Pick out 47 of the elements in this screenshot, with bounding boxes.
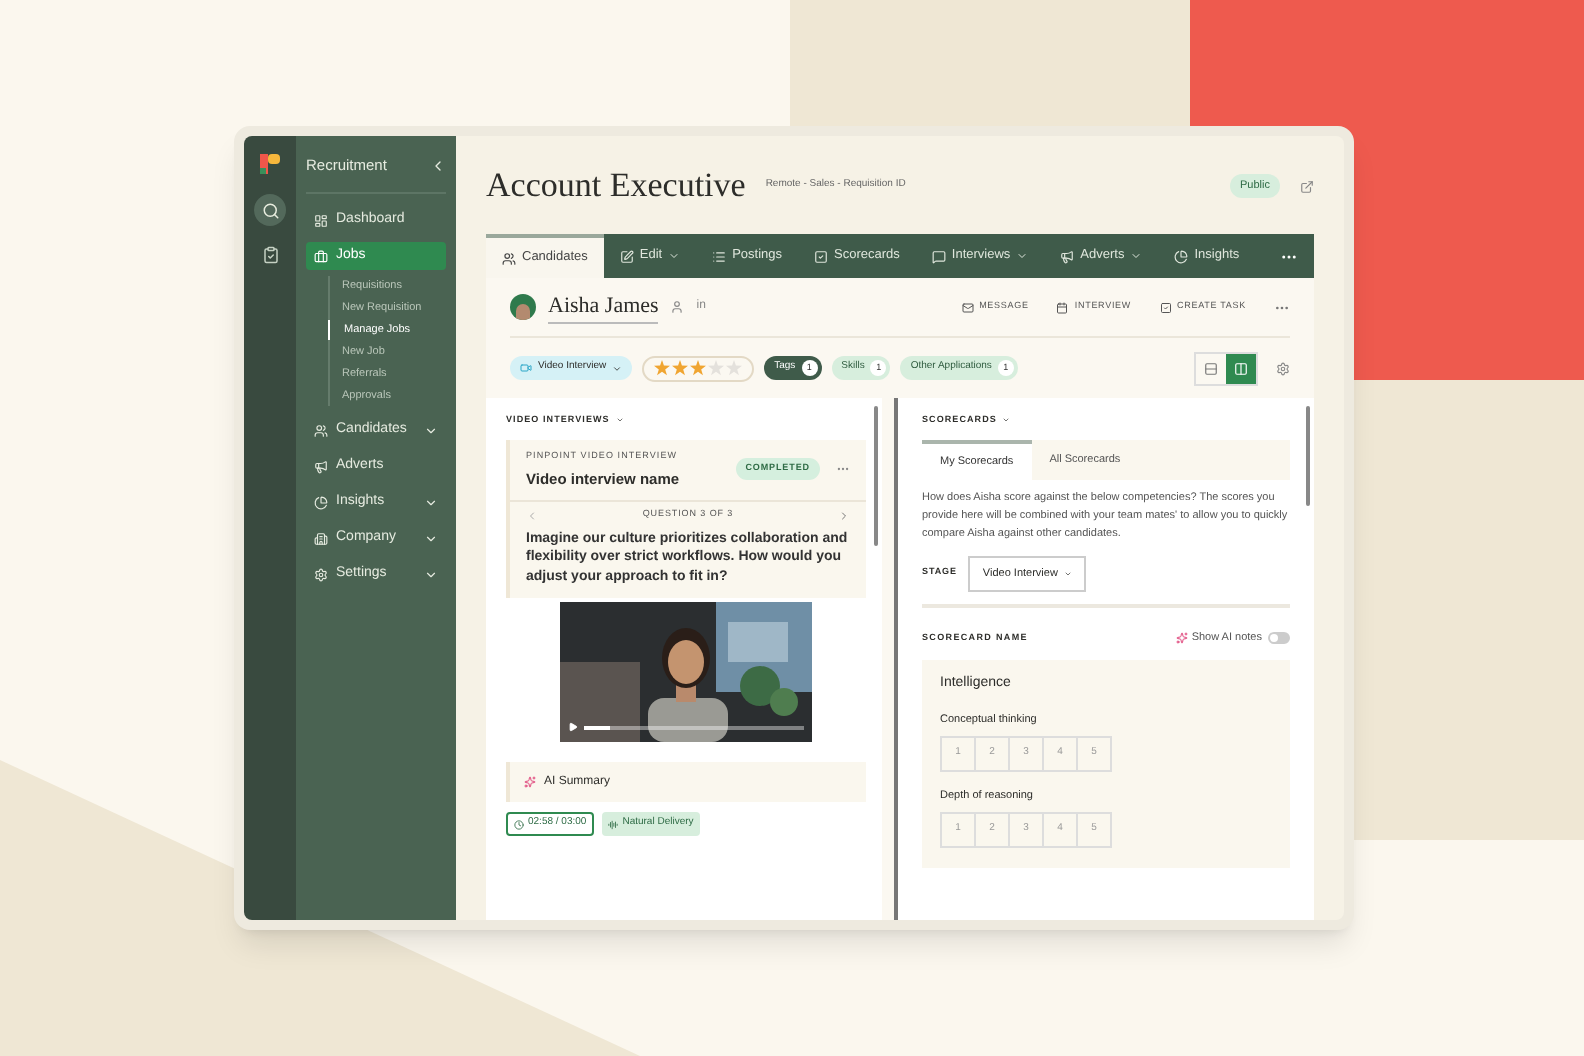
- next-icon[interactable]: [838, 509, 850, 522]
- caret-icon: [668, 250, 681, 262]
- caret-icon: [1016, 250, 1029, 262]
- sparkle-icon: [1175, 631, 1188, 644]
- checkbox-icon: [814, 249, 829, 263]
- caret-icon: [1130, 250, 1143, 262]
- dashboard-icon: [314, 213, 328, 228]
- chevron-icon: [424, 531, 438, 546]
- chevron-icon: [424, 567, 438, 582]
- list-icon: [712, 249, 727, 263]
- chat-icon: [931, 249, 946, 263]
- checkbox-icon: [1159, 301, 1172, 313]
- person-icon[interactable]: [670, 300, 685, 314]
- chevron-icon: [424, 423, 438, 438]
- clipboard-icon[interactable]: [261, 246, 279, 264]
- play-icon[interactable]: [568, 722, 578, 733]
- audio-icon: [608, 819, 619, 829]
- external-link-icon[interactable]: [1300, 179, 1314, 193]
- calendar-icon: [1056, 301, 1069, 313]
- search-icon[interactable]: [261, 201, 279, 219]
- megaphone-icon: [314, 459, 328, 474]
- star-rating[interactable]: [654, 360, 743, 376]
- collapse-icon[interactable]: [430, 157, 446, 174]
- clock-icon: [514, 819, 524, 829]
- people-icon: [502, 251, 516, 265]
- page-title: Account Executive: [486, 164, 746, 209]
- people-icon: [314, 423, 328, 438]
- megaphone-icon: [1060, 249, 1075, 263]
- avatar: [510, 294, 536, 320]
- caret-icon: [612, 363, 623, 373]
- building-icon: [314, 531, 328, 546]
- settings-icon[interactable]: [1276, 361, 1290, 375]
- video-icon: [520, 362, 532, 374]
- candidate-name: Aisha James: [548, 289, 659, 325]
- columns-icon: [1234, 361, 1248, 375]
- chevron-icon: [424, 495, 438, 510]
- view-toggle[interactable]: [1226, 353, 1256, 383]
- ai-notes-switch[interactable]: [1268, 631, 1290, 644]
- rows-icon: [1204, 361, 1218, 375]
- edit-icon: [619, 249, 634, 263]
- mail-icon: [961, 301, 974, 313]
- pie-chart-icon: [1174, 249, 1189, 263]
- briefcase-icon: [314, 249, 328, 264]
- settings-icon: [314, 567, 328, 582]
- sparkle-icon: [524, 776, 536, 789]
- pie-chart-icon: [314, 495, 328, 510]
- logo-icon[interactable]: [260, 154, 280, 174]
